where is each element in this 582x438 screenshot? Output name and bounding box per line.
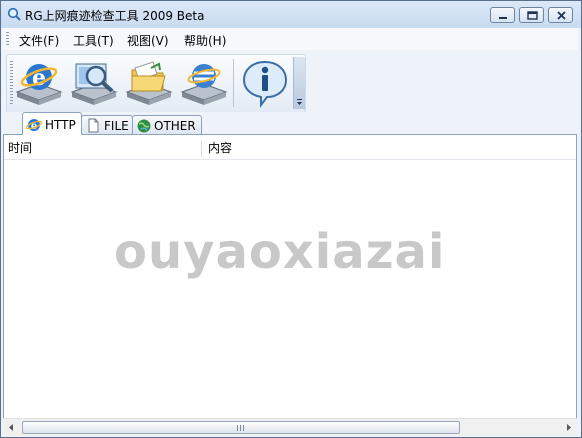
title-bar[interactable]: RG上网痕迹检查工具 2009 Beta	[1, 1, 581, 28]
menu-grip[interactable]	[6, 32, 9, 46]
chevron-left-icon	[9, 424, 13, 431]
menu-file[interactable]: 文件(F)	[19, 32, 59, 49]
tab-strip: e HTTP FILE OTHER	[1, 112, 581, 135]
menu-help[interactable]: 帮助(H)	[184, 32, 226, 49]
results-panel: 时间 内容 ouyaoxiazai	[3, 134, 577, 434]
maximize-button[interactable]	[519, 7, 544, 23]
toolbar-separator	[233, 59, 234, 107]
tab-file-label: FILE	[104, 119, 129, 133]
tab-file[interactable]: FILE	[81, 115, 133, 134]
other-browser-drive-icon	[180, 64, 228, 105]
chevron-right-icon	[567, 424, 571, 431]
minimize-icon	[499, 17, 507, 19]
watermark-text: ouyaoxiazai	[114, 224, 446, 280]
column-header-time[interactable]: 时间	[8, 139, 200, 159]
toolbar-button-about[interactable]	[239, 58, 291, 108]
search-drive-icon	[70, 63, 118, 105]
column-header-content[interactable]: 内容	[208, 139, 568, 159]
menu-view[interactable]: 视图(V)	[127, 32, 169, 49]
toolbar-button-file[interactable]	[123, 58, 175, 108]
horizontal-scrollbar[interactable]	[3, 418, 577, 436]
file-icon	[88, 118, 99, 133]
list-header: 时间 内容	[4, 139, 576, 160]
info-icon	[242, 60, 288, 108]
toolbar-overflow-button[interactable]	[293, 57, 305, 109]
column-divider[interactable]	[201, 141, 202, 157]
tab-http[interactable]: e HTTP	[22, 112, 82, 135]
app-window: RG上网痕迹检查工具 2009 Beta 文件(F) 工具(T) 视图(V) 帮…	[0, 0, 582, 438]
chevron-down-icon	[297, 99, 302, 105]
window-title: RG上网痕迹检查工具 2009 Beta	[25, 9, 205, 23]
toolbar: e	[6, 54, 306, 113]
tab-other[interactable]: OTHER	[132, 115, 202, 134]
ie-browser-drive-icon: e	[15, 64, 63, 105]
scroll-left-button[interactable]	[3, 419, 20, 436]
menu-bar: 文件(F) 工具(T) 视图(V) 帮助(H)	[3, 28, 578, 50]
tab-http-label: HTTP	[45, 118, 76, 132]
toolbar-button-http[interactable]: e	[13, 58, 65, 108]
scrollbar-grip-icon	[237, 425, 245, 431]
results-list[interactable]: ouyaoxiazai	[4, 160, 576, 418]
tab-other-label: OTHER	[154, 119, 196, 133]
scroll-right-button[interactable]	[560, 419, 577, 436]
close-icon	[557, 11, 566, 20]
toolbar-button-other[interactable]	[178, 58, 230, 108]
ie-icon: e	[26, 119, 42, 132]
scrollbar-thumb[interactable]	[22, 421, 460, 434]
magnifier-icon	[7, 7, 21, 21]
toolbar-button-search[interactable]	[68, 58, 120, 108]
maximize-icon	[527, 11, 538, 20]
folder-drive-icon	[125, 61, 173, 105]
menu-tools[interactable]: 工具(T)	[73, 32, 114, 49]
minimize-button[interactable]	[490, 7, 515, 23]
globe-icon	[137, 119, 151, 133]
close-button[interactable]	[548, 7, 573, 23]
